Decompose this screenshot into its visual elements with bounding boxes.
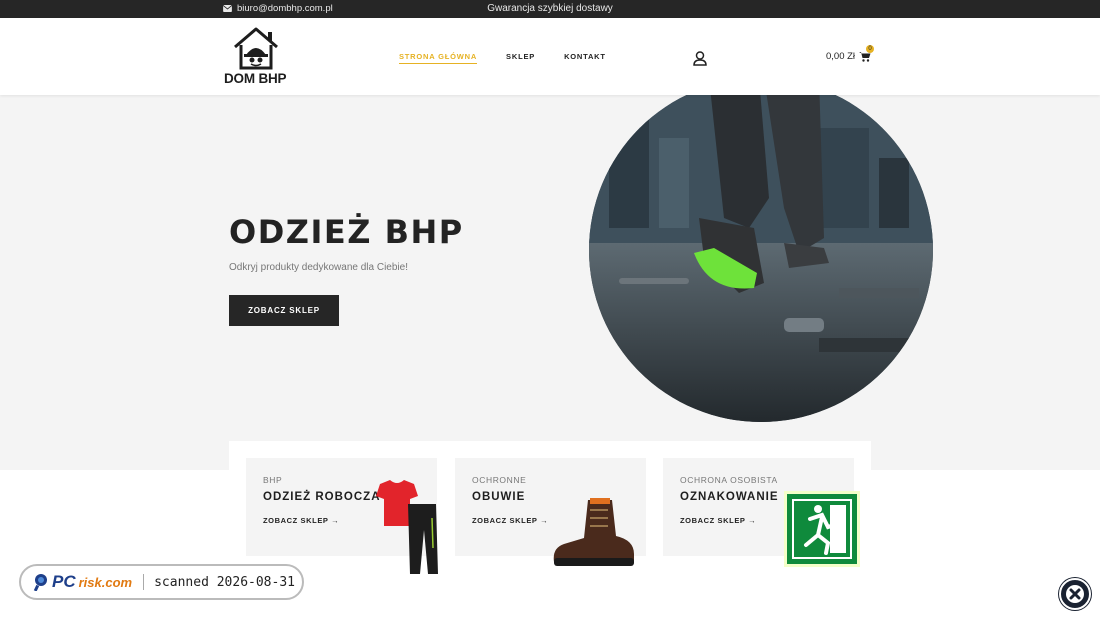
pcrisk-brand: PC: [52, 572, 76, 591]
category-link[interactable]: ZOBACZ SKLEP →: [263, 516, 339, 525]
category-link[interactable]: ZOBACZ SKLEP →: [472, 516, 548, 525]
category-title: OBUWIE: [472, 491, 526, 503]
nav-shop[interactable]: SKLEP: [506, 52, 535, 64]
site-logo[interactable]: DOM BHP: [222, 27, 292, 89]
top-bar: biuro@dombhp.com.pl Gwarancja szybkiej d…: [0, 0, 1100, 18]
boot-image: [553, 498, 634, 566]
pcrisk-logo: PC risk.com: [33, 572, 132, 592]
category-card-workwear[interactable]: BHP ODZIEŻ ROBOCZA ZOBACZ SKLEP →: [246, 458, 438, 574]
cart-total: 0,00 Zł: [826, 51, 856, 62]
scan-date: scanned 2026-08-31: [154, 574, 295, 590]
category-link[interactable]: ZOBACZ SKLEP →: [680, 516, 756, 525]
shop-now-button[interactable]: ZOBACZ SKLEP: [229, 295, 339, 326]
categories-section: BHP ODZIEŻ ROBOCZA ZOBACZ SKLEP → OCHRON…: [229, 441, 871, 619]
hero-subtitle: Odkryj produkty dedykowane dla Ciebie!: [229, 262, 408, 273]
category-kicker: OCHRONNE: [472, 475, 527, 485]
magnifier-icon: [33, 574, 47, 591]
user-icon[interactable]: [693, 51, 707, 66]
hero-section: ODZIEŻ BHP Odkryj produkty dedykowane dl…: [0, 95, 1100, 470]
category-title: OZNAKOWANIE: [680, 491, 779, 503]
worker-boots-image: [589, 78, 933, 422]
pcrisk-watermark: PC risk.com scanned 2026-08-31: [19, 564, 304, 600]
close-icon: [1066, 585, 1084, 603]
divider: [143, 574, 145, 590]
main-nav: STRONA GŁÓWNA SKLEP KONTAKT: [399, 52, 606, 64]
hero-title: ODZIEŻ BHP: [229, 213, 464, 251]
nav-home[interactable]: STRONA GŁÓWNA: [399, 52, 478, 64]
category-card-footwear[interactable]: OCHRONNE OBUWIE ZOBACZ SKLEP →: [455, 458, 646, 566]
category-kicker: BHP: [263, 475, 283, 485]
site-header: DOM BHP STRONA GŁÓWNA SKLEP KONTAKT 0,00…: [0, 18, 1100, 95]
hero-image: [589, 78, 933, 422]
category-kicker: OCHRONA OSOBISTA: [680, 475, 778, 485]
cart-button[interactable]: 0,00 Zł 0: [826, 45, 875, 62]
logo-text: DOM BHP: [224, 71, 287, 86]
category-title: ODZIEŻ ROBOCZA: [263, 491, 381, 503]
workwear-image: [376, 480, 438, 574]
pcrisk-brand-suffix: risk.com: [78, 574, 133, 590]
cart-count-badge: 0: [866, 45, 875, 53]
exit-sign-image: [784, 491, 860, 567]
category-card-signage[interactable]: OCHRONA OSOBISTA OZNAKOWANIE ZOBACZ SKLE…: [663, 458, 860, 567]
house-helmet-logo: [234, 27, 278, 70]
close-button[interactable]: [1059, 578, 1091, 610]
promo-text: Gwarancja szybkiej dostawy: [487, 3, 613, 14]
nav-contact[interactable]: KONTAKT: [564, 52, 606, 64]
